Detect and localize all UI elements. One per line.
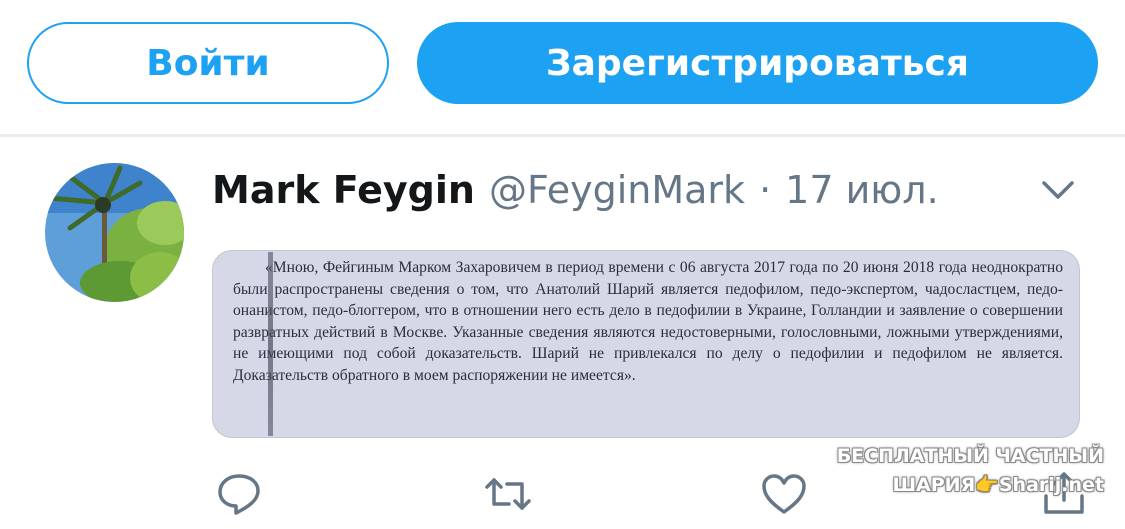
divider <box>0 134 1125 137</box>
display-name[interactable]: Mark Feygin <box>212 168 475 212</box>
watermark: БЕСПЛАТНЫЙ ЧАСТНЫЙ ШАРИЯ👉Sharij.net <box>836 442 1104 500</box>
avatar[interactable] <box>45 163 184 302</box>
watermark-line-1: БЕСПЛАТНЫЙ ЧАСТНЫЙ <box>836 445 1104 467</box>
watermark-line-2: ШАРИЯ👉Sharij.net <box>892 474 1104 496</box>
reply-icon[interactable] <box>215 470 263 518</box>
avatar-image <box>45 163 184 302</box>
tweet-image[interactable]: «Мною, Фейгиным Марком Захаровичем в пер… <box>212 250 1080 438</box>
login-button[interactable]: Войти <box>27 22 389 104</box>
heart-icon[interactable] <box>760 470 808 518</box>
separator: · <box>759 168 772 212</box>
user-handle[interactable]: @FeyginMark <box>489 168 745 212</box>
signup-button[interactable]: Зарегистрироваться <box>417 22 1098 104</box>
document-text: «Мною, Фейгиным Марком Захаровичем в пер… <box>233 259 1063 384</box>
retweet-icon[interactable] <box>484 470 532 518</box>
tweet-time[interactable]: 17 июл. <box>785 168 938 212</box>
tweet-header: Mark Feygin @FeyginMark · 17 июл. <box>212 168 939 212</box>
document-scan-edge <box>268 252 273 436</box>
chevron-down-icon[interactable] <box>1040 178 1076 202</box>
